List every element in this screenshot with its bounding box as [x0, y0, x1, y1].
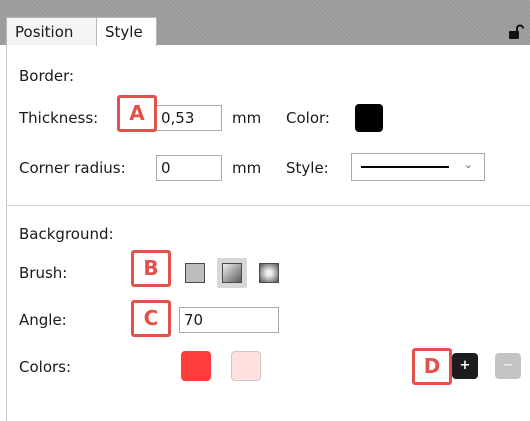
brush-solid-icon[interactable] — [185, 263, 205, 283]
callout-b: B — [131, 250, 171, 287]
border-color-swatch[interactable] — [355, 104, 383, 132]
border-style-select[interactable]: ⌄ — [351, 153, 485, 181]
lock-open-icon[interactable] — [508, 24, 524, 40]
tab-bar: Position Style — [0, 0, 530, 46]
angle-label: Angle: — [19, 311, 67, 329]
callout-a: A — [117, 95, 157, 132]
border-color-label: Color: — [286, 109, 330, 127]
border-heading: Border: — [19, 67, 75, 85]
callout-d: D — [412, 348, 452, 385]
thickness-unit: mm — [232, 109, 262, 127]
corner-radius-input[interactable]: 0 — [156, 155, 222, 181]
add-color-button[interactable]: + — [452, 353, 478, 379]
gradient-color-1-swatch[interactable] — [181, 351, 211, 381]
chevron-down-icon: ⌄ — [463, 158, 473, 171]
tab-style-label: Style — [105, 23, 143, 41]
brush-linear-gradient-icon[interactable] — [222, 263, 242, 283]
section-divider — [7, 205, 530, 206]
line-style-preview — [361, 166, 449, 168]
corner-radius-label: Corner radius: — [19, 159, 126, 177]
thickness-input[interactable]: 0,53 — [156, 105, 222, 131]
border-style-label: Style: — [286, 159, 329, 177]
colors-label: Colors: — [19, 358, 72, 376]
brush-radial-gradient-icon[interactable] — [259, 263, 279, 283]
background-heading: Background: — [19, 225, 114, 243]
thickness-label: Thickness: — [19, 109, 99, 127]
callout-c: C — [131, 300, 171, 337]
brush-label: Brush: — [19, 264, 68, 282]
tab-position[interactable]: Position — [6, 17, 97, 46]
tab-position-label: Position — [15, 23, 74, 41]
corner-radius-unit: mm — [232, 159, 262, 177]
angle-input[interactable]: 70 — [179, 307, 279, 333]
gradient-color-2-swatch[interactable] — [231, 351, 261, 381]
remove-color-button[interactable]: − — [495, 353, 521, 379]
tab-style[interactable]: Style — [96, 17, 157, 46]
